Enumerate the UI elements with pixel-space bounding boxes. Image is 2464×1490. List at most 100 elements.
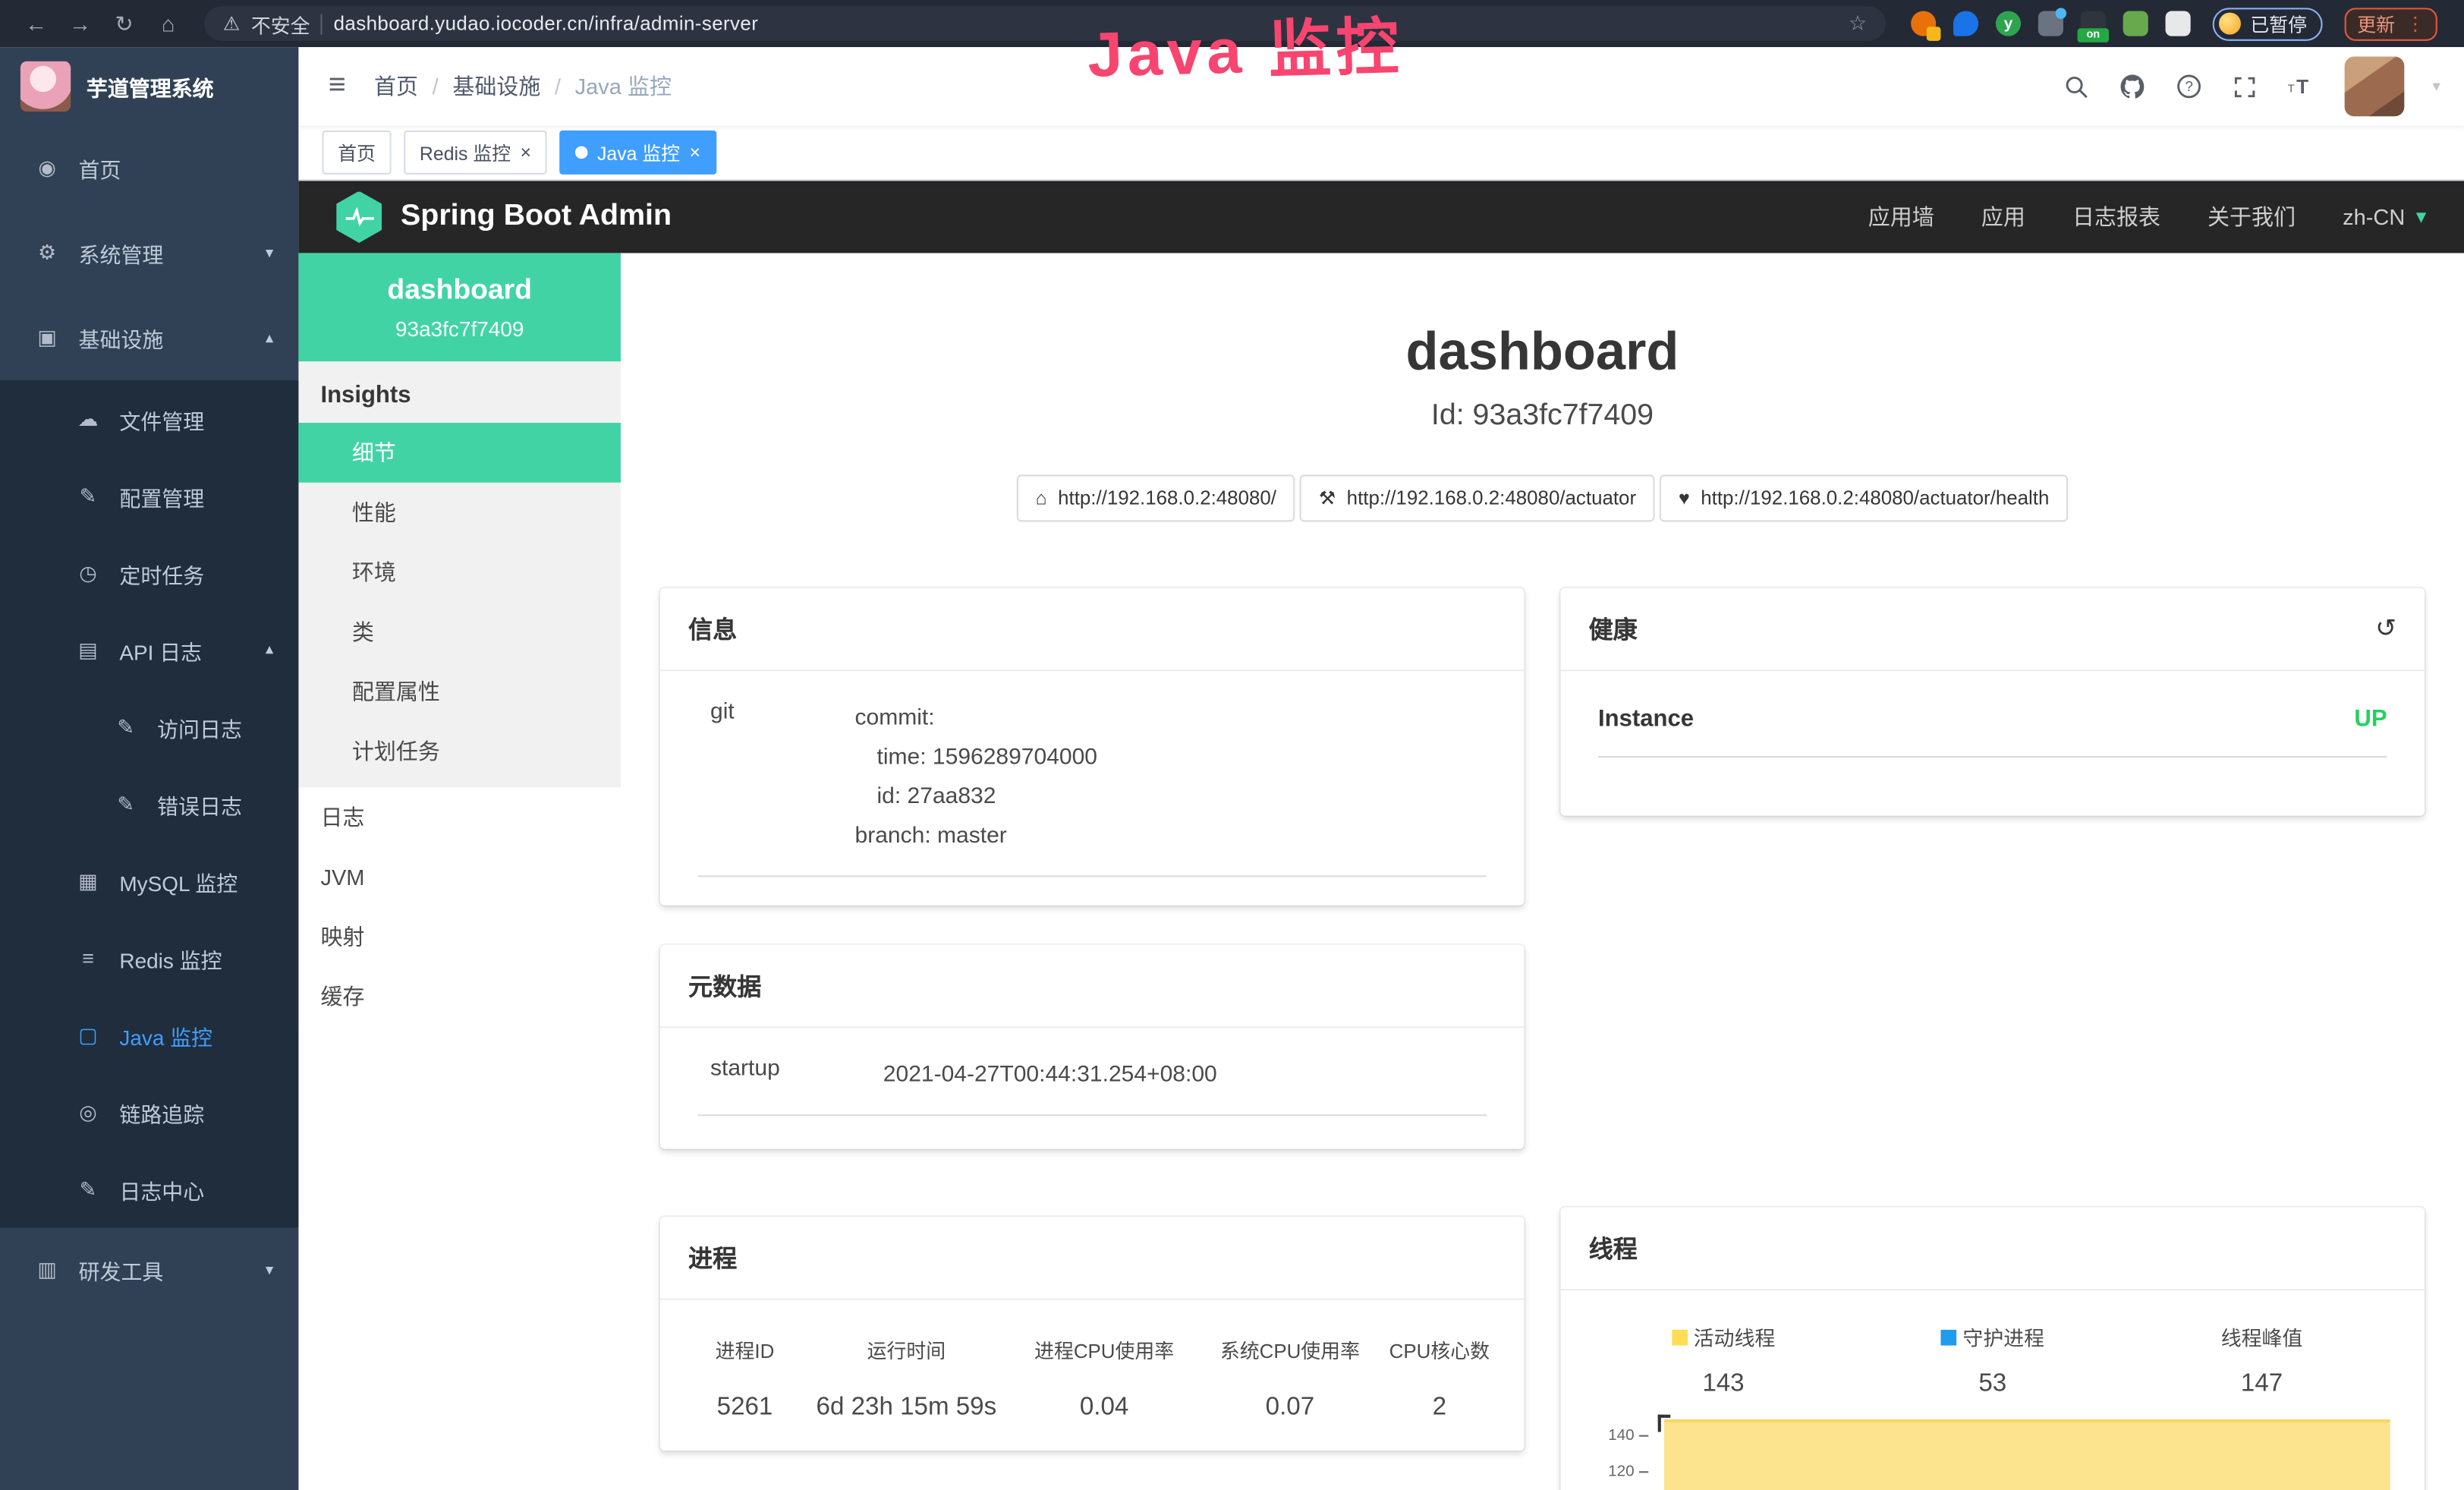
sidebar-item-infra[interactable]: ▣ 基础设施 ▴ [0, 295, 298, 380]
sidebar-item-label: 首页 [79, 153, 121, 184]
search-icon[interactable] [2063, 73, 2090, 99]
svg-text:?: ? [2185, 78, 2192, 94]
sidebar-item-java-monitor[interactable]: ▢ Java 监控 [0, 997, 298, 1073]
layers-icon: ≡ [75, 947, 100, 970]
eye-icon: ◎ [75, 1100, 100, 1125]
breadcrumb-home[interactable]: 首页 [374, 71, 418, 102]
insights-label: Insights [298, 361, 621, 423]
sidebar-item-tracing[interactable]: ◎ 链路追踪 [0, 1073, 298, 1150]
fullscreen-icon[interactable] [2231, 73, 2258, 99]
history-icon[interactable]: ↺ [2375, 613, 2396, 644]
sidebar-item-home[interactable]: ◉ 首页 [0, 126, 298, 211]
actuator-url-button[interactable]: ⚒ http://192.168.0.2:48080/actuator [1300, 474, 1655, 521]
extension-on-icon[interactable]: on [2081, 11, 2106, 36]
hamburger-icon[interactable]: ≡ [323, 69, 353, 104]
legend-label: 守护进程 [1962, 1327, 2044, 1350]
git-id-line: id: 27aa832 [855, 778, 1487, 817]
cards-right-column: 健康 ↺ Instance UP [1560, 587, 2425, 1490]
url-text[interactable]: dashboard.yudao.iocoder.cn/infra/admin-s… [334, 13, 759, 35]
sidebar-item-error-log[interactable]: ✎ 错误日志 [0, 765, 298, 842]
health-card: 健康 ↺ Instance UP [1560, 587, 2425, 815]
sba-item-classes[interactable]: 类 [298, 602, 621, 662]
sba-item-details[interactable]: 细节 [298, 423, 621, 483]
extension-y-icon[interactable]: y [1996, 11, 2021, 36]
sidebar-item-config[interactable]: ✎ 配置管理 [0, 458, 298, 534]
sidebar-item-log-center[interactable]: ✎ 日志中心 [0, 1151, 298, 1227]
app-shell: 芋道管理系统 ◉ 首页 ⚙ 系统管理 ▾ ▣ 基础设施 ▴ ☁ 文件管理 [0, 47, 2464, 1490]
user-avatar[interactable] [2345, 57, 2405, 117]
sba-item-scheduled-tasks[interactable]: 计划任务 [298, 721, 621, 781]
sba-item-logs[interactable]: 日志 [298, 787, 621, 847]
sba-brand[interactable]: Spring Boot Admin [336, 191, 672, 243]
sba-item-caches[interactable]: 缓存 [298, 967, 621, 1027]
omnibox-divider [321, 14, 323, 34]
sidebar-item-label: 基础设施 [79, 323, 164, 354]
main-sidebar: 芋道管理系统 ◉ 首页 ⚙ 系统管理 ▾ ▣ 基础设施 ▴ ☁ 文件管理 [0, 47, 298, 1490]
info-card: 信息 git commit: time: 1596289704000 id: 2… [660, 587, 1525, 905]
security-label[interactable]: 不安全 [251, 8, 310, 38]
extension-icon[interactable] [1911, 11, 1936, 36]
peak-threads-value: 147 [2127, 1371, 2396, 1399]
browser-back-icon[interactable]: ← [16, 11, 57, 36]
cards-grid: 信息 git commit: time: 1596289704000 id: 2… [660, 587, 2425, 1490]
sidebar-item-redis[interactable]: ≡ Redis 监控 [0, 919, 298, 996]
tab-java-monitor[interactable]: Java 监控 × [559, 131, 716, 175]
service-url-button[interactable]: ⌂ http://192.168.0.2:48080/ [1017, 474, 1295, 521]
sidebar-item-file[interactable]: ☁ 文件管理 [0, 380, 298, 457]
sidebar-item-mysql[interactable]: ▦ MySQL 监控 [0, 843, 298, 919]
bookmark-star-icon[interactable]: ☆ [1849, 11, 1867, 36]
github-icon[interactable] [2118, 72, 2146, 100]
extension-puzzle-icon[interactable] [2166, 11, 2191, 36]
process-header-cores: CPU核心数 [1383, 1334, 1496, 1364]
instance-header[interactable]: dashboard 93a3fc7f7409 [298, 253, 621, 361]
sba-item-config-props[interactable]: 配置属性 [298, 662, 621, 722]
sidebar-item-label: API 日志 [119, 635, 202, 666]
browser-forward-icon[interactable]: → [60, 11, 101, 36]
browser-home-icon[interactable]: ⌂ [148, 11, 189, 36]
browser-reload-icon[interactable]: ↻ [104, 10, 145, 36]
sba-item-label: 映射 [320, 921, 364, 952]
health-instance-row[interactable]: Instance UP [1598, 706, 2387, 758]
close-icon[interactable]: × [690, 143, 701, 162]
sba-nav-journal[interactable]: 日志报表 [2072, 201, 2160, 232]
process-syscpu: 0.07 [1197, 1394, 1383, 1422]
extension-grid-icon[interactable] [2038, 11, 2063, 36]
edit-doc-icon: ✎ [113, 792, 138, 817]
sba-item-mappings[interactable]: 映射 [298, 907, 621, 967]
chevron-down-icon: ▾ [266, 1262, 273, 1279]
health-url-button[interactable]: ♥ http://192.168.0.2:48080/actuator/heal… [1660, 474, 2068, 521]
sba-item-environment[interactable]: 环境 [298, 542, 621, 602]
tab-home[interactable]: 首页 [323, 131, 392, 175]
user-caret-icon[interactable]: ▾ [2433, 78, 2440, 96]
sidebar-item-label: 配置管理 [119, 480, 204, 512]
sidebar-item-label: 研发工具 [79, 1254, 164, 1285]
sba-item-jvm[interactable]: JVM [298, 847, 621, 907]
sidebar-item-access-log[interactable]: ✎ 访问日志 [0, 688, 298, 765]
extension-pin-icon[interactable] [1953, 11, 1978, 36]
page-id: Id: 93a3fc7f7409 [660, 399, 2425, 434]
sidebar-item-job[interactable]: ◷ 定时任务 [0, 534, 298, 611]
sba-nav-applications[interactable]: 应用 [1981, 201, 2025, 232]
app-logo-row[interactable]: 芋道管理系统 [0, 47, 298, 126]
address-bar[interactable]: ⚠ 不安全 dashboard.yudao.iocoder.cn/infra/a… [204, 6, 1886, 41]
sidebar-item-devtools[interactable]: ▥ 研发工具 ▾ [0, 1227, 298, 1312]
breadcrumb-infra[interactable]: 基础设施 [452, 71, 540, 102]
sba-nav-about[interactable]: 关于我们 [2208, 201, 2296, 232]
tab-redis-monitor[interactable]: Redis 监控 × [404, 131, 547, 175]
tab-label: 首页 [338, 139, 376, 165]
browser-menu-icon[interactable]: ⋮ [2406, 13, 2425, 35]
close-icon[interactable]: × [520, 143, 531, 162]
sidebar-item-system[interactable]: ⚙ 系统管理 ▾ [0, 210, 298, 295]
font-size-icon[interactable]: TT [2286, 71, 2316, 101]
sba-item-label: 性能 [352, 496, 396, 528]
threads-chart: 140 120 100 [1589, 1421, 2396, 1490]
browser-update-button[interactable]: 更新 ⋮ [2345, 7, 2437, 39]
heartbeat-icon: ♥ [1679, 487, 1690, 509]
extension-green-icon[interactable] [2123, 11, 2148, 36]
profile-paused-chip[interactable]: 已暂停 [2213, 7, 2323, 39]
sba-nav-wallboard[interactable]: 应用墙 [1868, 201, 1934, 232]
sidebar-item-api-log[interactable]: ▤ API 日志 ▴ [0, 612, 298, 688]
help-icon[interactable]: ? [2175, 72, 2203, 100]
sba-item-metrics[interactable]: 性能 [298, 483, 621, 543]
language-selector[interactable]: zh-CN ▾ [2343, 204, 2426, 229]
